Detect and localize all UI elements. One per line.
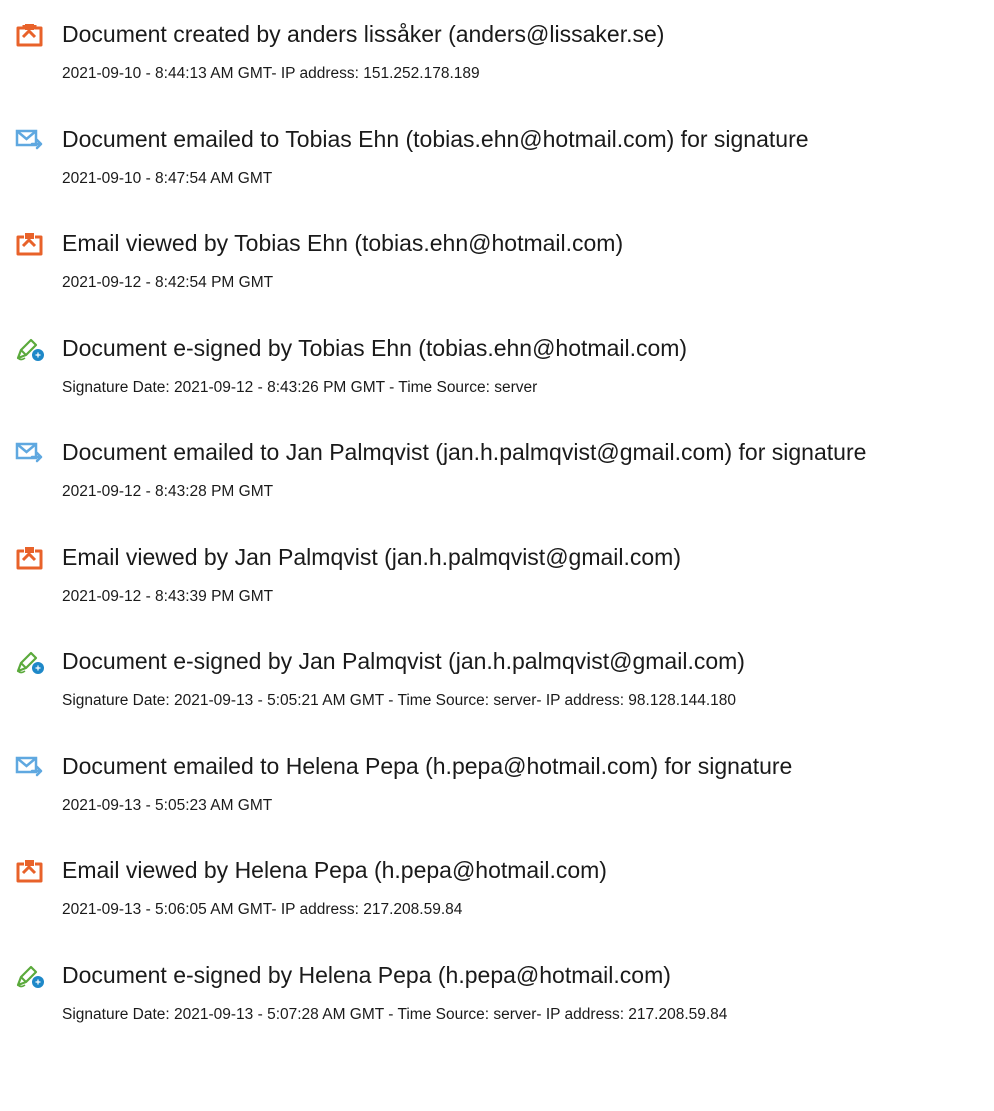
event-detail: Signature Date: 2021-09-13 - 5:05:21 AM … xyxy=(62,692,737,709)
event-title: Document e-signed by Jan Palmqvist (jan.… xyxy=(62,648,745,674)
audit-event: Document emailed to Helena Pepa (h.pepa@… xyxy=(0,753,994,844)
audit-event: Document emailed to Tobias Ehn (tobias.e… xyxy=(0,126,994,217)
email-sent-icon xyxy=(15,754,45,780)
event-title: Document created by anders lissåker (and… xyxy=(62,21,665,47)
event-detail: 2021-09-12 - 8:43:39 PM GMT xyxy=(62,588,274,605)
audit-event: Document e-signed by Helena Pepa (h.pepa… xyxy=(0,962,994,1053)
audit-event: Document e-signed by Tobias Ehn (tobias.… xyxy=(0,335,994,426)
document-viewed-icon xyxy=(15,858,45,884)
event-title: Email viewed by Jan Palmqvist (jan.h.pal… xyxy=(62,544,682,570)
event-title: Document emailed to Tobias Ehn (tobias.e… xyxy=(62,126,809,152)
event-detail: 2021-09-10 - 8:44:13 AM GMT- IP address:… xyxy=(62,65,480,82)
audit-event: Email viewed by Tobias Ehn (tobias.ehn@h… xyxy=(0,230,994,321)
audit-event: Document created by anders lissåker (and… xyxy=(0,21,994,112)
event-title: Document emailed to Jan Palmqvist (jan.h… xyxy=(62,439,867,465)
event-detail: 2021-09-12 - 8:43:28 PM GMT xyxy=(62,483,274,500)
event-detail: Signature Date: 2021-09-12 - 8:43:26 PM … xyxy=(62,379,538,396)
document-viewed-icon xyxy=(15,545,45,571)
audit-event: Document emailed to Jan Palmqvist (jan.h… xyxy=(0,439,994,530)
e-sign-pen-icon xyxy=(15,963,45,989)
event-title: Document e-signed by Helena Pepa (h.pepa… xyxy=(62,962,671,988)
event-detail: 2021-09-13 - 5:06:05 AM GMT- IP address:… xyxy=(62,901,463,918)
event-title: Email viewed by Helena Pepa (h.pepa@hotm… xyxy=(62,857,607,883)
event-title: Document emailed to Helena Pepa (h.pepa@… xyxy=(62,753,793,779)
audit-history-list: Document created by anders lissåker (and… xyxy=(0,0,994,1111)
audit-event: Email viewed by Helena Pepa (h.pepa@hotm… xyxy=(0,857,994,948)
event-detail: Signature Date: 2021-09-13 - 5:07:28 AM … xyxy=(62,1006,728,1023)
e-sign-pen-icon xyxy=(15,336,45,362)
audit-event: Email viewed by Jan Palmqvist (jan.h.pal… xyxy=(0,544,994,635)
event-detail: 2021-09-12 - 8:42:54 PM GMT xyxy=(62,274,274,291)
document-created-icon xyxy=(15,22,45,48)
email-sent-icon xyxy=(15,127,45,153)
e-sign-pen-icon xyxy=(15,649,45,675)
email-sent-icon xyxy=(15,440,45,466)
event-title: Document e-signed by Tobias Ehn (tobias.… xyxy=(62,335,688,361)
event-title: Email viewed by Tobias Ehn (tobias.ehn@h… xyxy=(62,230,624,256)
document-viewed-icon xyxy=(15,231,45,257)
audit-event: Document e-signed by Jan Palmqvist (jan.… xyxy=(0,648,994,739)
event-detail: 2021-09-10 - 8:47:54 AM GMT xyxy=(62,170,273,187)
event-detail: 2021-09-13 - 5:05:23 AM GMT xyxy=(62,797,273,814)
